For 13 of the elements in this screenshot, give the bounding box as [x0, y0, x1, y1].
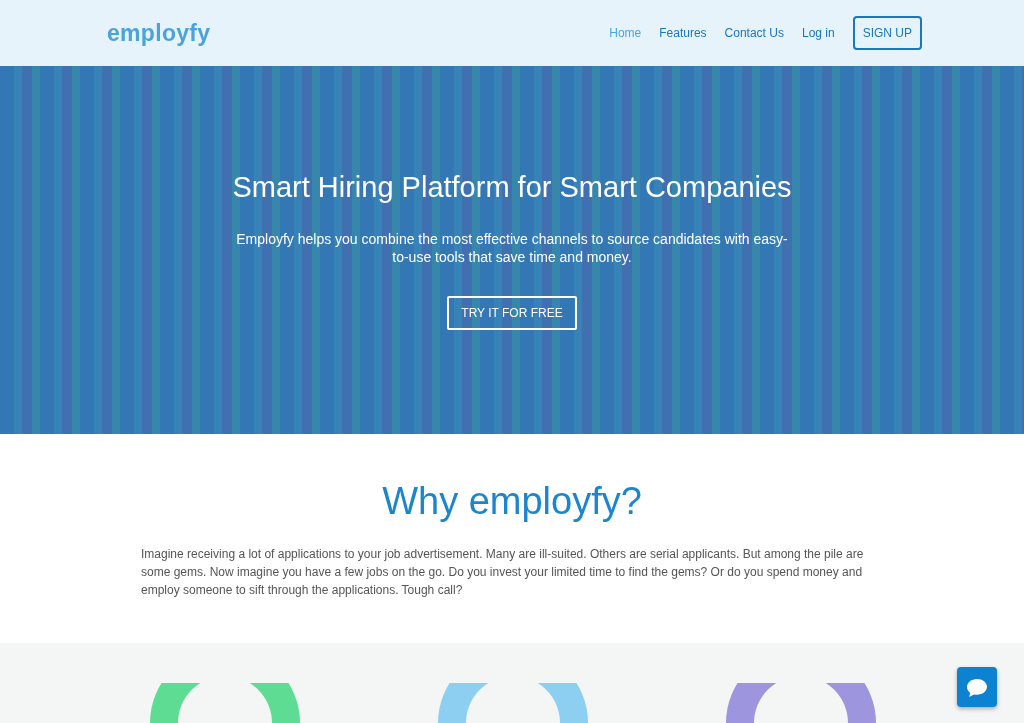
nav-link[interactable]: Contact Us	[715, 24, 793, 42]
chat-button[interactable]	[957, 667, 997, 707]
hero-title: Smart Hiring Platform for Smart Companies	[232, 170, 792, 205]
nav-link[interactable]: Home	[600, 24, 651, 42]
logo[interactable]: employfy	[107, 15, 211, 51]
nav-link[interactable]: Features	[650, 24, 716, 42]
chat-bubble-icon	[966, 677, 988, 698]
try-free-button[interactable]: TRY IT FOR FREE	[447, 295, 577, 330]
hero-subtitle: Employfy helps you combine the most effective channels to source candidates with easy-to-use tools that save time and money.	[235, 229, 789, 266]
signup-button[interactable]: SIGN UP	[852, 16, 922, 50]
nav-link[interactable]: Log in	[792, 24, 844, 42]
section-title: Why employfy?	[382, 479, 642, 524]
section-paragraph: Imagine receiving a lot of applications to your job advertisement. Many are ill-suited. Others are serial applicants. But among the pile are some gems. Now imagine you have a few jobs on the go. Do you invest your limited time to find the gems? Or do you spend money and employ someone to sift through the applications. Tough call?	[141, 545, 865, 599]
